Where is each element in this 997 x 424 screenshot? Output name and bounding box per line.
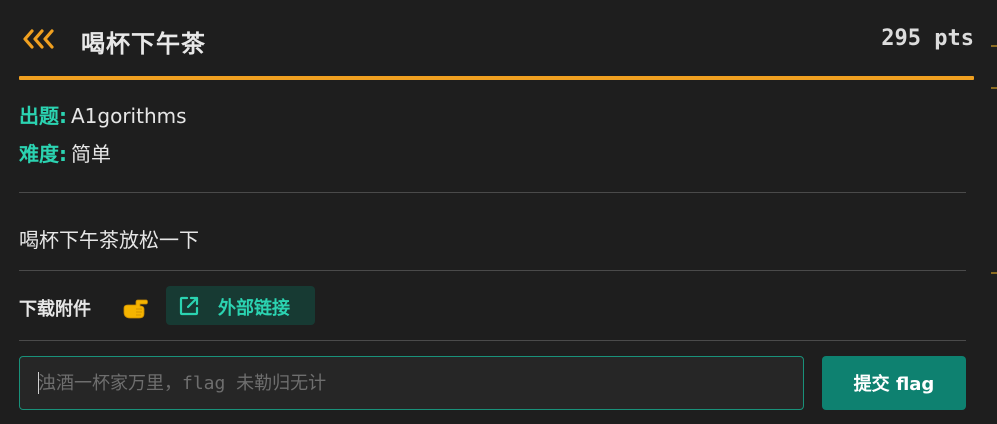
difficulty-label: 难度: bbox=[19, 142, 67, 166]
attachments-label: 下载附件 bbox=[19, 299, 91, 320]
divider bbox=[19, 270, 966, 271]
triple-chevron-left-icon[interactable] bbox=[22, 29, 58, 49]
author-value: A1gorithms bbox=[71, 104, 187, 128]
challenge-points: 295 pts bbox=[881, 26, 974, 51]
difficulty-row: 难度: 简单 bbox=[19, 138, 111, 167]
flag-input[interactable] bbox=[19, 356, 804, 410]
author-label: 出题: bbox=[19, 104, 67, 128]
challenge-title: 喝杯下午茶 bbox=[81, 30, 206, 58]
difficulty-value: 简单 bbox=[71, 142, 111, 166]
edge-decoration bbox=[991, 272, 997, 274]
challenge-header: 喝杯下午茶 295 pts bbox=[19, 18, 974, 62]
divider bbox=[19, 340, 966, 341]
text-caret bbox=[38, 372, 39, 394]
challenge-description: 喝杯下午茶放松一下 bbox=[19, 228, 199, 252]
external-link-button[interactable]: 外部链接 bbox=[166, 286, 315, 325]
submit-flag-button[interactable]: 提交 flag bbox=[822, 356, 966, 410]
author-row: 出题: A1gorithms bbox=[19, 100, 187, 129]
edge-decoration bbox=[991, 87, 997, 89]
edge-decoration bbox=[991, 45, 997, 47]
external-link-icon bbox=[179, 296, 199, 316]
header-divider bbox=[19, 76, 974, 80]
pointing-hand-icon bbox=[123, 299, 148, 319]
external-link-label: 外部链接 bbox=[218, 298, 290, 319]
divider bbox=[19, 192, 966, 193]
